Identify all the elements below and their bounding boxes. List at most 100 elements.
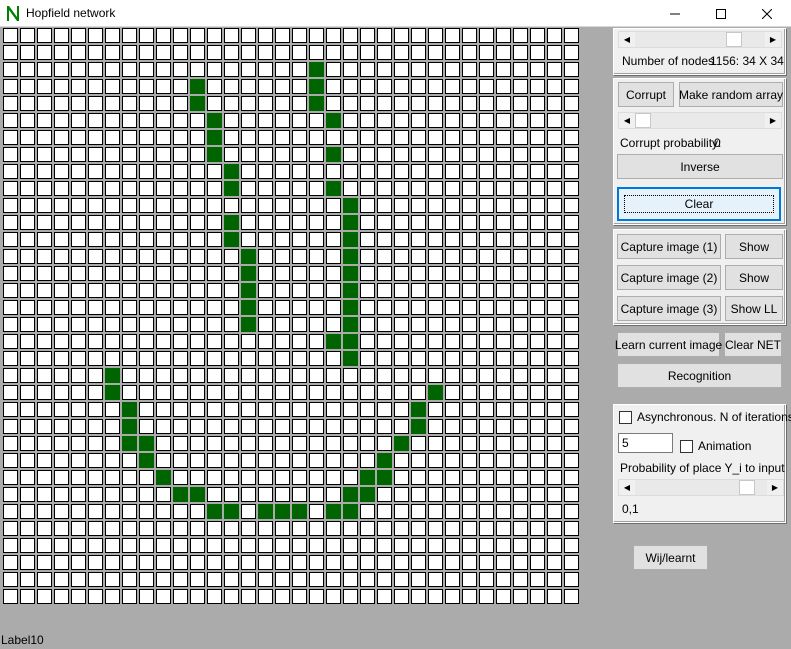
grid-cell[interactable]	[394, 470, 409, 485]
grid-cell[interactable]	[105, 130, 120, 145]
grid-cell-active[interactable]	[207, 504, 222, 519]
grid-cell-active[interactable]	[190, 96, 205, 111]
grid-cell[interactable]	[258, 351, 273, 366]
grid-cell[interactable]	[394, 215, 409, 230]
grid-cell[interactable]	[479, 538, 494, 553]
grid-cell[interactable]	[122, 198, 137, 213]
grid-cell[interactable]	[377, 181, 392, 196]
maximize-button[interactable]	[698, 0, 744, 27]
grid-cell[interactable]	[139, 521, 154, 536]
grid-cell[interactable]	[428, 334, 443, 349]
grid-cell[interactable]	[3, 351, 18, 366]
grid-cell[interactable]	[428, 283, 443, 298]
grid-cell[interactable]	[326, 28, 341, 43]
grid-cell[interactable]	[224, 283, 239, 298]
grid-cell[interactable]	[88, 147, 103, 162]
close-button[interactable]	[744, 0, 790, 27]
grid-cell[interactable]	[360, 79, 375, 94]
grid-cell-active[interactable]	[343, 317, 358, 332]
grid-cell[interactable]	[3, 62, 18, 77]
grid-cell[interactable]	[173, 436, 188, 451]
grid-cell[interactable]	[496, 436, 511, 451]
grid-cell[interactable]	[394, 572, 409, 587]
grid-cell[interactable]	[326, 487, 341, 502]
grid-cell[interactable]	[513, 130, 528, 145]
clear-net-button[interactable]: Clear NET	[724, 332, 782, 357]
grid-cell[interactable]	[224, 368, 239, 383]
grid-cell-active[interactable]	[105, 385, 120, 400]
grid-cell[interactable]	[377, 419, 392, 434]
grid-cell[interactable]	[241, 487, 256, 502]
grid-cell[interactable]	[105, 232, 120, 247]
grid-cell[interactable]	[496, 198, 511, 213]
grid-cell[interactable]	[292, 300, 307, 315]
grid-cell[interactable]	[479, 232, 494, 247]
grid-cell[interactable]	[309, 521, 324, 536]
grid-cell[interactable]	[139, 45, 154, 60]
grid-cell[interactable]	[207, 368, 222, 383]
grid-cell[interactable]	[513, 572, 528, 587]
grid-cell[interactable]	[20, 283, 35, 298]
grid-cell[interactable]	[275, 232, 290, 247]
grid-cell[interactable]	[54, 300, 69, 315]
grid-cell[interactable]	[258, 572, 273, 587]
grid-cell[interactable]	[37, 419, 52, 434]
grid-cell[interactable]	[326, 249, 341, 264]
grid-cell[interactable]	[411, 351, 426, 366]
grid-cell[interactable]	[547, 96, 562, 111]
grid-cell[interactable]	[139, 402, 154, 417]
grid-cell[interactable]	[275, 79, 290, 94]
grid-cell[interactable]	[241, 538, 256, 553]
grid-cell[interactable]	[411, 249, 426, 264]
grid-cell[interactable]	[105, 589, 120, 604]
grid-cell-active[interactable]	[207, 147, 222, 162]
grid-cell[interactable]	[190, 402, 205, 417]
grid-cell[interactable]	[122, 164, 137, 179]
grid-cell[interactable]	[37, 351, 52, 366]
grid-cell[interactable]	[20, 147, 35, 162]
scroll-right-icon[interactable]: ▶	[767, 480, 783, 495]
grid-cell[interactable]	[513, 453, 528, 468]
grid-cell[interactable]	[122, 317, 137, 332]
grid-cell[interactable]	[190, 300, 205, 315]
grid-cell[interactable]	[88, 164, 103, 179]
grid-cell[interactable]	[530, 470, 545, 485]
grid-cell[interactable]	[360, 317, 375, 332]
grid-cell[interactable]	[479, 521, 494, 536]
grid-cell[interactable]	[224, 538, 239, 553]
grid-cell[interactable]	[275, 300, 290, 315]
grid-cell[interactable]	[564, 113, 579, 128]
grid-cell[interactable]	[258, 181, 273, 196]
grid-cell[interactable]	[292, 334, 307, 349]
grid-cell[interactable]	[564, 385, 579, 400]
grid-cell[interactable]	[360, 589, 375, 604]
grid-cell[interactable]	[224, 28, 239, 43]
grid-cell[interactable]	[207, 334, 222, 349]
grid-cell[interactable]	[3, 45, 18, 60]
grid-cell[interactable]	[105, 79, 120, 94]
grid-cell[interactable]	[275, 589, 290, 604]
grid-cell[interactable]	[156, 351, 171, 366]
grid-cell[interactable]	[207, 45, 222, 60]
grid-cell[interactable]	[479, 436, 494, 451]
grid-cell[interactable]	[241, 402, 256, 417]
grid-cell[interactable]	[88, 402, 103, 417]
grid-cell[interactable]	[547, 198, 562, 213]
grid-cell[interactable]	[224, 470, 239, 485]
grid-cell[interactable]	[292, 589, 307, 604]
grid-cell-active[interactable]	[326, 113, 341, 128]
grid-cell[interactable]	[445, 351, 460, 366]
grid-cell[interactable]	[156, 215, 171, 230]
grid-cell[interactable]	[309, 266, 324, 281]
grid-cell[interactable]	[462, 402, 477, 417]
grid-cell[interactable]	[411, 470, 426, 485]
grid-cell[interactable]	[394, 368, 409, 383]
grid-cell-active[interactable]	[224, 164, 239, 179]
grid-cell[interactable]	[190, 283, 205, 298]
grid-cell[interactable]	[258, 232, 273, 247]
grid-cell[interactable]	[207, 62, 222, 77]
grid-cell[interactable]	[71, 538, 86, 553]
grid-cell[interactable]	[224, 572, 239, 587]
grid-cell[interactable]	[173, 215, 188, 230]
grid-cell[interactable]	[343, 521, 358, 536]
